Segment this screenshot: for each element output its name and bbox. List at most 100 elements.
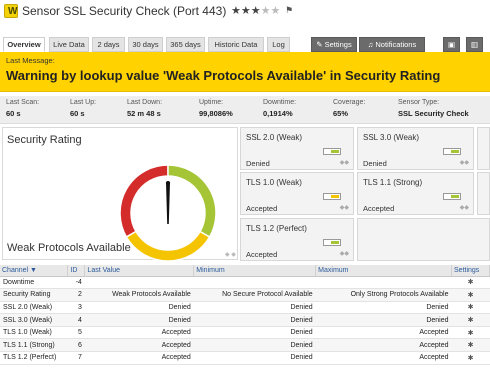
table-row[interactable]: Downtime -4 ✱ — [0, 276, 490, 290]
star-icon[interactable]: ★ — [241, 5, 251, 17]
column-header-minimum[interactable]: Minimum — [193, 265, 317, 277]
page-title: Sensor SSL Security Check (Port 443) — [22, 4, 227, 18]
cell-maximum — [315, 276, 452, 290]
status-switch — [443, 193, 461, 200]
star-icon[interactable]: ★ — [271, 5, 281, 17]
table-row[interactable]: SSL 2.0 (Weak) 3 Denied Denied Denied ✱ — [0, 301, 490, 315]
tile-name: TLS 1.1 (Strong) — [363, 178, 423, 187]
gear-icon[interactable]: ✱ — [468, 292, 474, 299]
stat-downtime: Downtime: 0,1914% — [263, 99, 297, 118]
stat-uptime: Uptime: 99,8086% — [199, 99, 233, 118]
status-switch — [443, 148, 461, 155]
star-icon[interactable]: ★ — [231, 5, 241, 17]
cell-settings[interactable]: ✱ — [451, 288, 490, 302]
gauge-segment-green — [167, 164, 217, 239]
channel-tile-tls11[interactable]: TLS 1.1 (Strong) Accepted ◆◆ — [357, 172, 474, 215]
status-switch — [323, 193, 341, 200]
tab-365-days[interactable]: 365 days — [166, 37, 205, 52]
column-header-id[interactable]: ID — [67, 265, 86, 277]
cell-maximum: Accepted — [315, 326, 452, 340]
cell-channel: SSL 3.0 (Weak) — [0, 313, 68, 327]
gauge-segment-yellow — [125, 230, 211, 261]
cell-minimum: Denied — [193, 351, 316, 365]
delete-button[interactable]: ▥ — [466, 37, 483, 52]
channel-tile-ssl20[interactable]: SSL 2.0 (Weak) Denied ◆◆ — [240, 127, 354, 170]
cell-id: 6 — [67, 338, 85, 353]
star-icon[interactable]: ★ — [251, 5, 261, 17]
tab-bar: Overview Live Data 2 days 30 days 365 da… — [0, 37, 490, 52]
tab-30-days[interactable]: 30 days — [128, 37, 163, 52]
gear-icon[interactable]: ✱ — [468, 355, 474, 362]
column-header-channel[interactable]: Channel ▼ — [0, 265, 69, 277]
cell-last-value: Denied — [84, 313, 194, 327]
cell-maximum: Only Strong Protocols Available — [315, 288, 452, 302]
gauge-settings-icon[interactable]: ◆ ◆ — [225, 252, 236, 258]
gear-icon[interactable]: ✱ — [468, 279, 474, 286]
tile-settings-icon[interactable]: ◆◆ — [460, 204, 469, 211]
cell-settings[interactable]: ✱ — [451, 326, 490, 340]
last-message-text: Warning by lookup value 'Weak Protocols … — [6, 68, 441, 83]
column-header-maximum[interactable]: Maximum — [315, 265, 453, 277]
tile-settings-icon[interactable]: ◆◆ — [340, 204, 349, 211]
sensor-status-icon: W — [4, 4, 18, 18]
cell-id: 3 — [67, 301, 85, 315]
tab-historic-data[interactable]: Historic Data — [208, 37, 264, 52]
channel-tile-partial — [477, 127, 490, 170]
star-icon[interactable]: ★ — [261, 5, 271, 17]
column-header-settings: Settings — [451, 265, 490, 277]
column-header-last-value[interactable]: Last Value — [84, 265, 195, 277]
cell-last-value: Denied — [84, 301, 194, 315]
cell-id: 4 — [67, 313, 85, 327]
gear-icon[interactable]: ✱ — [468, 317, 474, 324]
table-row[interactable]: TLS 1.2 (Perfect) 7 Accepted Denied Accepted… — [0, 351, 490, 365]
priority-stars[interactable]: ★★★★★ — [231, 4, 280, 17]
gear-icon[interactable]: ✱ — [468, 304, 474, 311]
cell-maximum: Denied — [315, 301, 452, 315]
gear-icon[interactable]: ✱ — [468, 330, 474, 337]
cell-settings[interactable]: ✱ — [451, 301, 490, 315]
sort-desc-icon[interactable]: ▼ — [30, 267, 37, 274]
tab-settings[interactable]: ✎ Settings — [311, 37, 357, 52]
tile-name: TLS 1.0 (Weak) — [246, 178, 302, 187]
channel-tile-partial — [477, 172, 490, 215]
status-switch — [323, 239, 341, 246]
channel-tile-ssl30[interactable]: SSL 3.0 (Weak) Denied ◆◆ — [357, 127, 474, 170]
security-rating-gauge-panel: Security Rating ◆ ◆ Weak Protocols Avail… — [2, 127, 238, 261]
table-row[interactable]: TLS 1.1 (Strong) 6 Accepted Denied Accepted ✱ — [0, 338, 490, 353]
cell-minimum — [193, 276, 316, 290]
tile-settings-icon[interactable]: ◆◆ — [340, 159, 349, 166]
gear-icon[interactable]: ✱ — [468, 342, 474, 349]
tab-2-days[interactable]: 2 days — [92, 37, 125, 52]
cell-minimum: Denied — [193, 301, 316, 315]
table-header-row: Channel ▼ ID Last Value Minimum Maximum … — [0, 265, 490, 277]
channel-tile-tls10[interactable]: TLS 1.0 (Weak) Accepted ◆◆ — [240, 172, 354, 215]
stat-last-up: Last Up: 60 s — [70, 99, 97, 118]
table-row[interactable]: TLS 1.0 (Weak) 5 Accepted Denied Accepted ✱ — [0, 326, 490, 340]
tile-name: SSL 2.0 (Weak) — [246, 133, 303, 142]
cell-id: 2 — [67, 288, 85, 302]
cell-channel: Security Rating — [0, 288, 68, 302]
comment-button[interactable]: ▣ — [443, 37, 460, 52]
channel-tile-tls12[interactable]: TLS 1.2 (Perfect) Accepted ◆◆ — [240, 218, 354, 261]
wrench-icon: ✎ — [316, 40, 323, 49]
cell-settings[interactable]: ✱ — [451, 276, 490, 290]
tile-value: Accepted — [246, 250, 278, 259]
tile-settings-icon[interactable]: ◆◆ — [460, 159, 469, 166]
table-row[interactable]: SSL 3.0 (Weak) 4 Denied Denied Denied ✱ — [0, 313, 490, 327]
tab-live-data[interactable]: Live Data — [49, 37, 89, 52]
cell-channel: TLS 1.1 (Strong) — [0, 338, 68, 353]
tab-overview[interactable]: Overview — [3, 37, 45, 52]
tile-settings-icon[interactable]: ◆◆ — [340, 250, 349, 257]
cell-last-value: Accepted — [84, 326, 194, 340]
cell-settings[interactable]: ✱ — [451, 351, 490, 365]
tab-notifications[interactable]: ♫ Notifications — [359, 37, 425, 52]
cell-id: 5 — [67, 326, 85, 340]
tile-value: Denied — [246, 159, 270, 168]
table-row[interactable]: Security Rating 2 Weak Protocols Available… — [0, 288, 490, 302]
cell-settings[interactable]: ✱ — [451, 338, 490, 353]
cell-settings[interactable]: ✱ — [451, 313, 490, 327]
tab-log[interactable]: Log — [267, 37, 290, 52]
flag-icon[interactable]: ⚑ — [285, 5, 293, 16]
last-message-banner: Last Message: Warning by lookup value 'W… — [0, 52, 490, 92]
cell-minimum: No Secure Protocol Available — [193, 288, 316, 302]
